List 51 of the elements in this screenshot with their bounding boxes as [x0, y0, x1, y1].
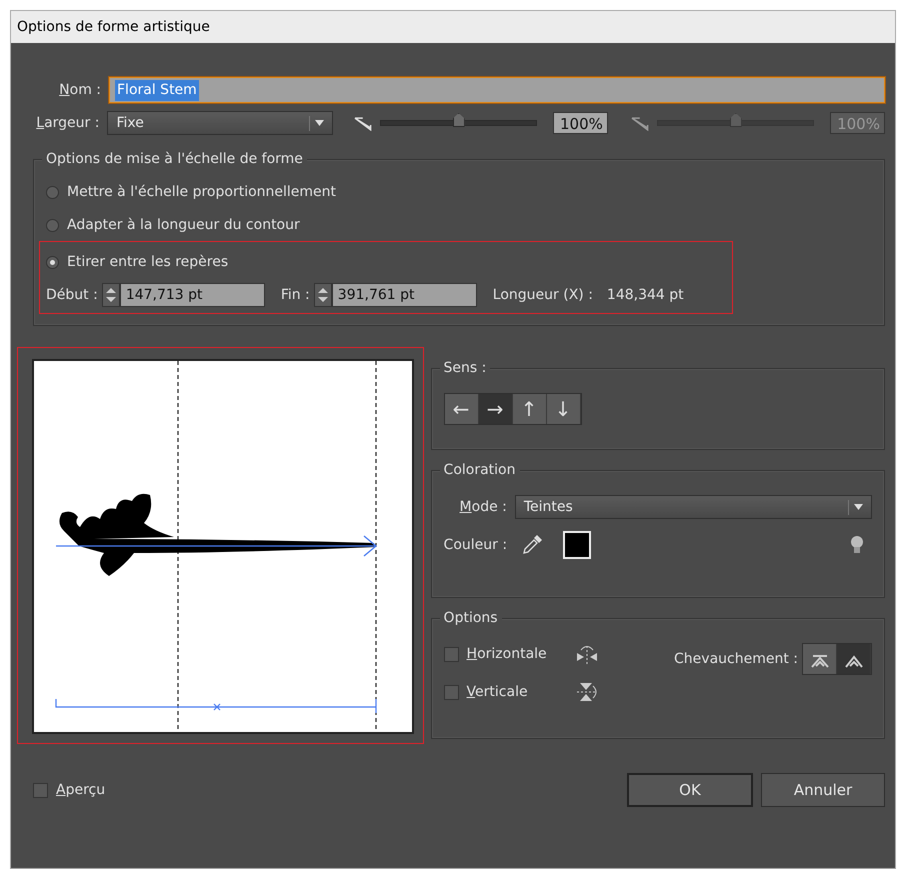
lightbulb-icon[interactable] [850, 535, 864, 555]
overlap-button[interactable] [837, 644, 871, 674]
chevron-bar-icon [810, 652, 830, 669]
radio-label: Mettre à l'échelle proportionnellement [67, 183, 336, 202]
slider-thumb[interactable] [452, 113, 465, 127]
checkbox-label: Verticale [466, 682, 529, 702]
caret-icon[interactable] [314, 120, 324, 126]
stepper-icon[interactable] [314, 283, 332, 307]
radio-button[interactable] [46, 219, 59, 232]
radio-label: Adapter à la longueur du contour [67, 216, 300, 235]
radio-label: Etirer entre les repères [67, 253, 228, 272]
name-label: Nom : [58, 80, 101, 100]
radio-button[interactable] [46, 186, 59, 199]
stepper-icon[interactable] [102, 283, 120, 307]
direction-button[interactable]: → [478, 394, 513, 424]
ok-button[interactable]: OK [627, 773, 753, 807]
overlap-label: Chevauchement : [674, 650, 798, 668]
radio-button[interactable] [46, 256, 59, 269]
direction-button[interactable]: ← [444, 394, 479, 424]
color-swatch[interactable] [563, 531, 592, 559]
mode-label: Mode : [460, 498, 507, 516]
direction-button[interactable]: ↓ [546, 394, 581, 424]
flip-vertical-icon[interactable] [574, 681, 599, 703]
overlap-adjust-button[interactable] [803, 644, 837, 674]
name-field[interactable]: Floral Stem [109, 77, 885, 103]
width-dropdown[interactable]: Fixe [107, 111, 333, 135]
cancel-button[interactable]: Annuler [761, 773, 885, 807]
start-field[interactable]: 147,713 pt [120, 283, 265, 307]
start-label: Début : [46, 286, 98, 304]
chevron-icon [844, 652, 864, 669]
checkbox-label: Horizontale [466, 644, 548, 664]
color-label: Couleur : [444, 536, 508, 554]
length-label: Longueur (X) : [492, 286, 593, 304]
width-label: Largeur : [35, 114, 100, 132]
checkbox[interactable] [444, 646, 459, 662]
direction-button[interactable]: ↑ [512, 394, 547, 424]
length-value: 148,344 pt [606, 286, 684, 304]
checkbox-label: Aperçu [56, 780, 106, 800]
percent-field[interactable]: 100% [552, 112, 608, 134]
end-field[interactable]: 391,761 pt [332, 283, 477, 307]
flip-horizontal-icon[interactable] [574, 643, 599, 665]
eyedropper-icon[interactable] [521, 534, 544, 556]
mode-dropdown[interactable]: Teintes [514, 495, 872, 519]
checkbox[interactable] [444, 684, 459, 700]
end-label: Fin : [280, 286, 310, 304]
width-profile-icon [352, 115, 372, 131]
caret-icon[interactable] [854, 504, 863, 510]
width-profile-icon [630, 115, 650, 131]
percent-field: 100% [830, 112, 885, 134]
window-title: Options de forme artistique [11, 11, 895, 43]
checkbox[interactable] [33, 782, 48, 798]
